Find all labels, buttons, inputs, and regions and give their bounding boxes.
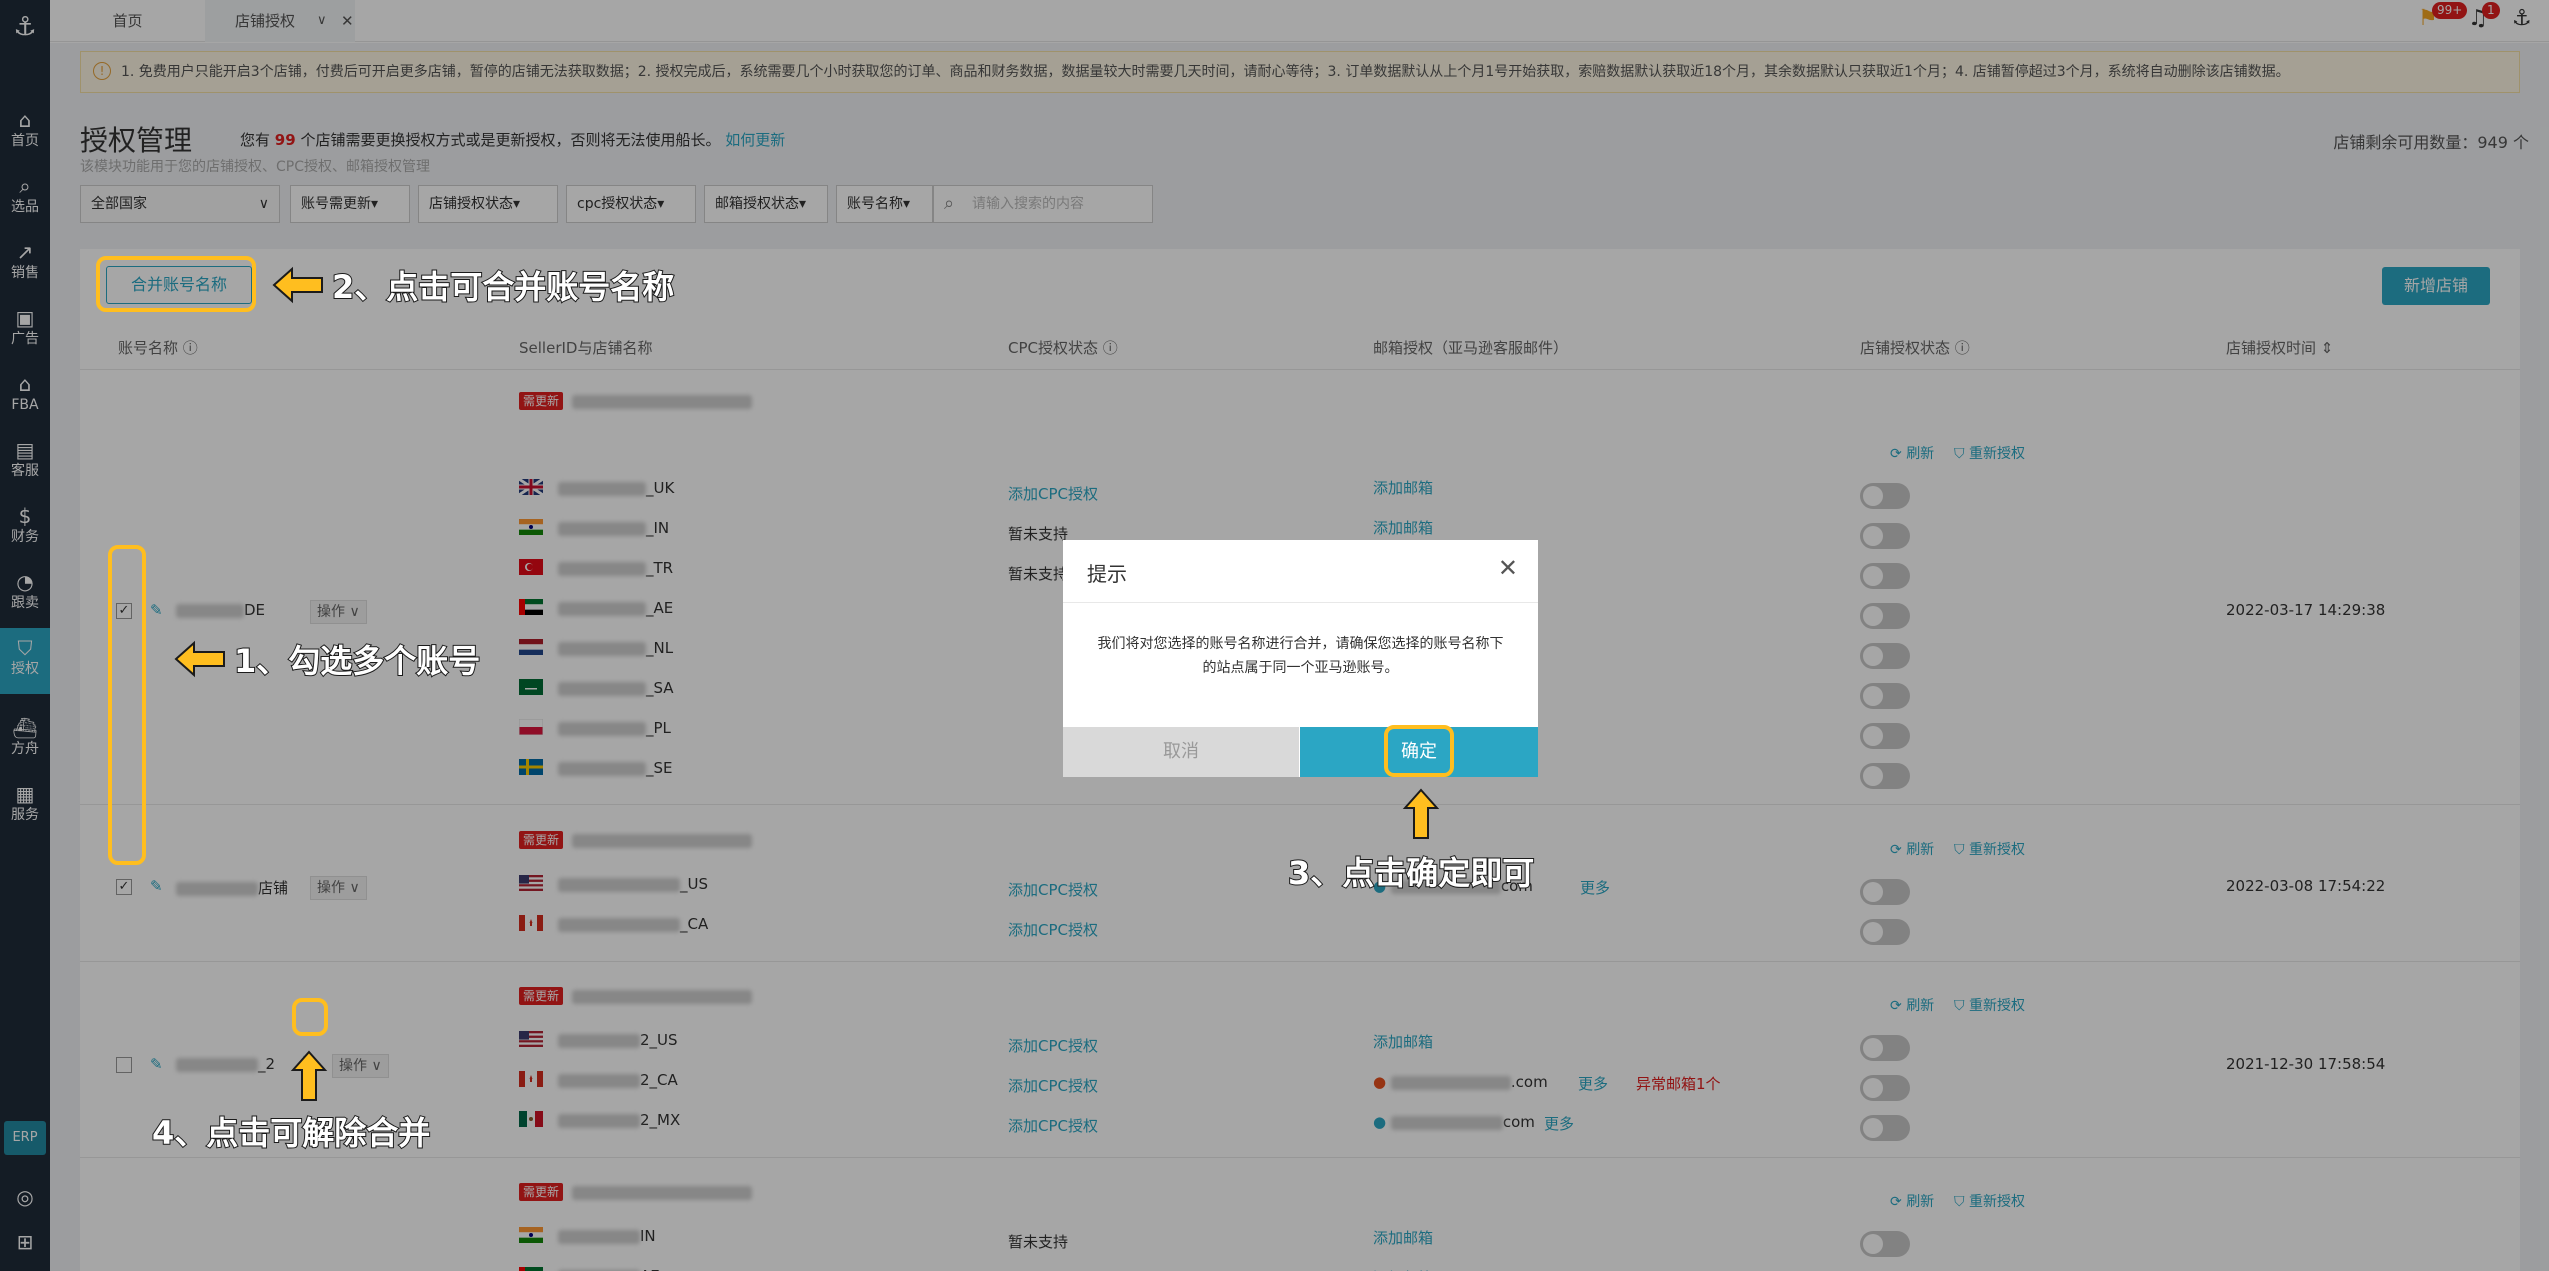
highlight-confirm-button <box>1384 725 1454 777</box>
arrow-left-icon <box>174 640 225 678</box>
cancel-button[interactable]: 取消 <box>1063 727 1299 777</box>
highlight-checkboxes <box>108 545 146 865</box>
arrow-up-icon <box>1402 788 1440 839</box>
annotation-1: 1、勾选多个账号 <box>233 641 481 681</box>
highlight-unmerge-icon <box>292 998 328 1036</box>
dialog-title: 提示 <box>1087 562 1127 586</box>
arrow-left-icon <box>272 266 323 304</box>
confirm-dialog: 提示 ✕ 我们将对您选择的账号名称进行合并，请确保您选择的账号名称下的站点属于同… <box>1063 540 1538 777</box>
highlight-merge-button <box>96 256 256 312</box>
arrow-up-icon <box>290 1050 328 1101</box>
annotation-2: 2、点击可合并账号名称 <box>331 267 675 307</box>
annotation-4: 4、点击可解除合并 <box>151 1113 431 1153</box>
close-icon[interactable]: ✕ <box>1498 554 1518 582</box>
dialog-divider <box>1063 602 1538 603</box>
annotation-3: 3、点击确定即可 <box>1287 853 1535 893</box>
dialog-message: 我们将对您选择的账号名称进行合并，请确保您选择的账号名称下的站点属于同一个亚马逊… <box>1097 636 1504 676</box>
